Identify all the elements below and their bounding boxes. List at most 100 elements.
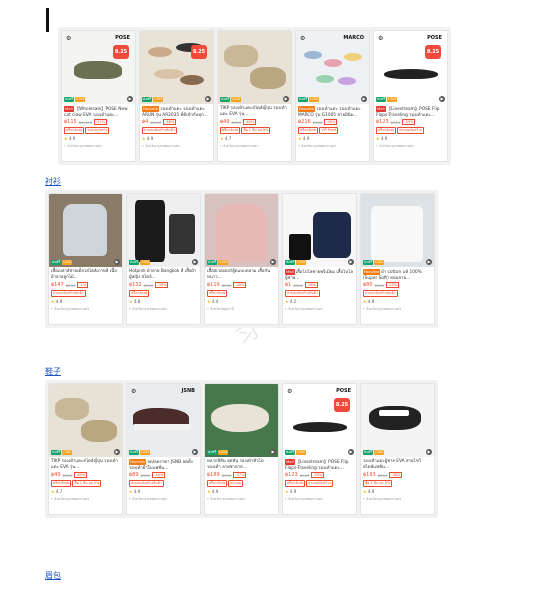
product-card[interactable]: ส่งฟรี COD ▶ Favorite ผ้า cotton แท้ 100% (S… [360, 193, 435, 325]
play-icon[interactable]: ▶ [426, 449, 432, 455]
product-image[interactable]: ส่งฟรี COD ▶ [49, 194, 122, 267]
play-icon[interactable]: ▶ [283, 96, 289, 102]
location-text: จังหวัดกรุงเทพมหานคร [366, 497, 402, 501]
category-link-shoes[interactable]: 鞋子 [45, 366, 61, 377]
product-image[interactable]: ส่งฟรี COD ▶ [127, 194, 200, 267]
promo-chip: ส่วนลดจัดสร้างสินค้า [142, 127, 177, 134]
product-title[interactable]: Mall 【Livestream】POSE Flip Flops-Travelin… [283, 457, 356, 471]
product-card[interactable]: 8.25 ส่งฟรี COD ▶ Favorite รองเท้าแตะ รองเท้า… [139, 30, 214, 162]
seller-tag: Mall [285, 459, 295, 465]
product-title[interactable]: เสื้อสเวตเตอร์ฮู้ดแบบหลวม เสื้อกันหนาว..… [205, 267, 278, 281]
price: ฿115 [64, 119, 77, 125]
play-icon[interactable]: ▶ [205, 96, 211, 102]
product-card[interactable]: POSE ⚙ 8.25 ส่งฟรี COD ▶ Mall 【Livestream】POSE … [373, 30, 448, 162]
location-pin-icon: ⌖ [220, 144, 222, 148]
product-title[interactable]: Mall 【Wholesale】POSE New cat claw EVA รอง… [62, 104, 135, 118]
badge-free-shipping: ส่งฟรี [298, 96, 309, 102]
product-image[interactable]: POSE ⚙ 8.25 ส่งฟรี COD ▶ [283, 384, 356, 457]
product-image[interactable]: POSE ⚙ 8.25 ส่งฟรี COD ▶ [374, 31, 447, 104]
product-card[interactable]: ส่งฟรี COD ▶ Mall เสื้อโปโลชายพรีเมียม เสื้อ… [282, 193, 357, 325]
promo-badge: 8.25 [113, 45, 129, 59]
original-price: ฿300 [221, 472, 232, 478]
product-image[interactable]: JSNB ⚙ ส่งฟรี COD ▶ [127, 384, 200, 457]
product-title-text: รองเท้าแตะผู้ชาย EVA สายไขว้ สไตล์แฟชั่น… [363, 459, 422, 470]
play-icon[interactable]: ▶ [270, 449, 276, 455]
location-text: จังหวัดกรุงเทพมหานคร [379, 144, 415, 148]
promo-chips: ฟรีค่าจัดส่ง ส่วนลดจัดสร้าง [283, 479, 356, 488]
play-icon[interactable]: ▶ [439, 96, 445, 102]
discount-badge: -1% [77, 282, 89, 288]
product-title[interactable]: Favorite ผ้า cotton แท้ 100% (Super Soft)… [361, 267, 434, 281]
play-icon[interactable]: ▶ [192, 259, 198, 265]
product-image[interactable]: POSE ⚙ 8.25 ส่งฟรี COD ▶ [62, 31, 135, 104]
product-image[interactable]: ส่งฟรี COD ▶ [361, 384, 434, 457]
original-price: ฿100 [374, 282, 385, 288]
product-image[interactable]: ส่งฟรี COD ▶ [361, 194, 434, 267]
delivery-badges: ส่งฟรี COD [285, 259, 307, 265]
product-card[interactable]: ส่งฟรี COD ▶ เสื้อสเวตเตอร์ฮู้ดแบบหลวม เสื้… [204, 193, 279, 325]
location-pin-icon: ⌖ [51, 497, 53, 501]
product-title[interactable]: รองเท้าแตะผู้ชาย EVA สายไขว้ สไตล์แฟชั่น… [361, 457, 434, 471]
product-image[interactable]: ส่งฟรี COD ▶ [218, 31, 291, 104]
play-icon[interactable]: ▶ [114, 259, 120, 265]
product-title[interactable]: Favorite รองเท้าแตะ รองเท้าแตะ ARUN รุ่น … [140, 104, 213, 118]
product-card[interactable]: ส่งฟรี COD ▶ TIKP รองเท้าแตะสไตล์ญี่ปุ่น รอ… [217, 30, 292, 162]
play-icon[interactable]: ▶ [270, 259, 276, 265]
product-image[interactable]: MARCO ⚙ ส่งฟรี COD ▶ [296, 31, 369, 104]
product-card[interactable]: JSNB ⚙ ส่งฟรี COD ▶ Favorite ลด/ลดราคา JSNB ลด… [126, 383, 201, 515]
product-title[interactable]: TIKP รองเท้าแตะสไตล์ญี่ปุ่น รองเท้าแตะ E… [218, 104, 291, 118]
discount-badge: -98% [305, 282, 319, 288]
product-image[interactable]: ส่งฟรี COD ▶ [283, 194, 356, 267]
product-card[interactable]: POSE ⚙ 8.25 ส่งฟรี COD ▶ Mall 【Wholesale】POSE N… [61, 30, 136, 162]
play-icon[interactable]: ▶ [127, 96, 133, 102]
product-title[interactable]: Mall 【Livestream】POSE Flip Flops-Travelin… [374, 104, 447, 118]
seller-location: ⌖ จังหวัดกรุงเทพมหานคร [374, 142, 447, 150]
product-title[interactable]: เสื้อเบลาส์สายเดี่ยวสไตล์เกาหลี เนื้อผ้า… [49, 267, 122, 281]
product-photo-shape [304, 51, 322, 59]
promo-chip: ฟรีค่าจัดส่ง [51, 480, 72, 487]
product-card[interactable]: ส่งฟรี COD ▶ TIKP รองเท้าแตะสไตล์ญี่ปุ่น รอ… [48, 383, 123, 515]
promo-chips: ฟรีค่าจัดส่ง [127, 289, 200, 298]
product-image[interactable]: ส่งฟรี COD ▶ [205, 194, 278, 267]
rating-value: 4.9 [146, 136, 154, 141]
product-title-text: เสื้อสเวตเตอร์ฮู้ดแบบหลวม เสื้อกันหนาว..… [207, 269, 271, 280]
location-text: จังหวัดกรุงเทพมหานคร [145, 144, 181, 148]
play-icon[interactable]: ▶ [361, 96, 367, 102]
category-link-bags[interactable]: 眉包 [45, 570, 61, 581]
location-text: จังหวัดกรุงเทพมหานคร [54, 307, 90, 311]
product-card[interactable]: ส่งฟรี COD ▶ Hotpink ผ้าลาย Bangkok สี เสื้… [126, 193, 201, 325]
promo-chips: ฟรีค่าจัดส่ง ส่วนลดจัดสร้าง [374, 126, 447, 135]
product-card[interactable]: MARCO ⚙ ส่งฟรี COD ▶ Favorite รองเท้าแตะ รองเท… [295, 30, 370, 162]
product-image[interactable]: 8.25 ส่งฟรี COD ▶ [140, 31, 213, 104]
product-title[interactable]: Mall เสื้อโปโลชายพรีเมียม เสื้อโปโลผู้ชาย… [283, 267, 356, 281]
play-icon[interactable]: ▶ [348, 259, 354, 265]
promo-chips: ส่วนลดจัดสร้างสินค้า [140, 126, 213, 135]
location-pin-icon: ⌖ [51, 307, 53, 311]
product-card[interactable]: ส่งฟรี COD ▶ รองเท้าแตะผู้ชาย EVA สายไขว้ ส… [360, 383, 435, 515]
delivery-badges: ส่งฟรี COD [298, 96, 320, 102]
location-pin-icon: ⌖ [285, 307, 287, 311]
play-icon[interactable]: ▶ [114, 449, 120, 455]
product-photo-shape [81, 420, 117, 442]
location-text: จังหวัดกรุงเทพมหานคร [132, 307, 168, 311]
product-image[interactable]: ส่งฟรี COD ▶ [205, 384, 278, 457]
category-link-shirts[interactable]: 衬衫 [45, 176, 61, 187]
play-icon[interactable]: ▶ [426, 259, 432, 265]
product-card[interactable]: ส่งฟรี COD ▶ เสื้อเบลาส์สายเดี่ยวสไตล์เกาหล… [48, 193, 123, 325]
badge-free-shipping: ส่งฟรี [51, 259, 62, 265]
play-icon[interactable]: ▶ [348, 449, 354, 455]
product-card[interactable]: POSE ⚙ 8.25 ส่งฟรี COD ▶ Mall 【Livestream】POSE … [282, 383, 357, 515]
product-title[interactable]: TIKP รองเท้าแตะสไตล์ญี่ปุ่น รองเท้าแตะ E… [49, 457, 122, 471]
seller-location: ⌖ จังหวัดกรุงเทพมหานคร [361, 495, 434, 503]
product-title[interactable]: Favorite ลด/ลดราคา JSNB ลดทั้ง รองเท้าผ้า… [127, 457, 200, 471]
original-price: ฿300 [390, 119, 401, 125]
product-title[interactable]: Hotpink ผ้าลาย Bangkok สี เสื้อผ้าผู้หญิ… [127, 267, 200, 281]
product-image[interactable]: ส่งฟรี COD ▶ [49, 384, 122, 457]
play-icon[interactable]: ▶ [192, 449, 198, 455]
badge-free-shipping: ส่งฟรี [285, 259, 296, 265]
star-icon: ★ [51, 489, 55, 494]
product-card[interactable]: ส่งฟรี COD ▶ หลากสีสัน สุดทัน รองเท้าหัวโต … [204, 383, 279, 515]
product-title[interactable]: Favorite รองเท้าแตะ รองเท้าแตะ MARCO รุ่น… [296, 104, 369, 118]
product-title[interactable]: หลากสีสัน สุดทัน รองเท้าหัวโต รองเท้า ลา… [205, 457, 278, 471]
brand-logo-icon: ⚙ [287, 388, 293, 395]
